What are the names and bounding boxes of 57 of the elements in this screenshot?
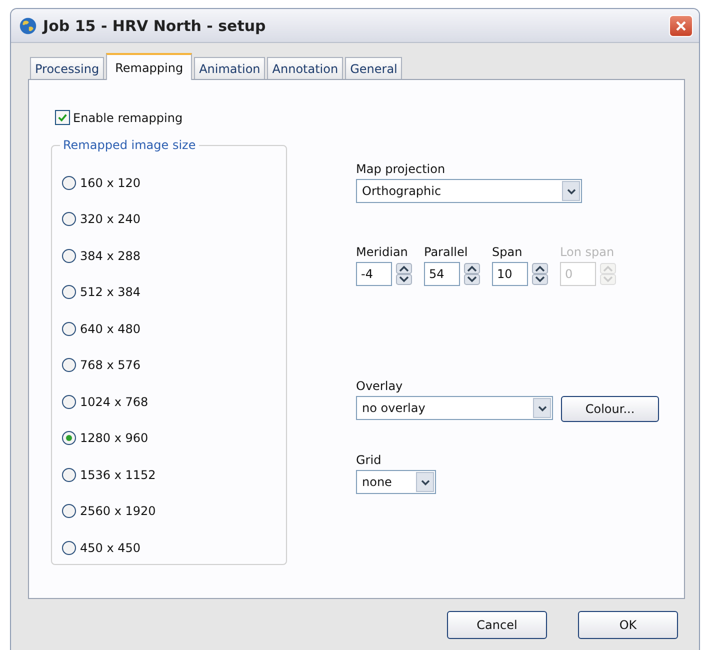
close-icon	[675, 20, 687, 32]
radio-label: 320 x 240	[80, 212, 141, 226]
radio-button[interactable]	[62, 394, 76, 408]
radio-button[interactable]	[62, 540, 76, 554]
radio-label: 512 x 384	[80, 285, 141, 299]
radio-label: 1536 x 1152	[80, 468, 156, 482]
chevron-down-icon	[420, 478, 430, 486]
radio-button[interactable]	[62, 176, 76, 190]
tab[interactable]: General	[345, 57, 402, 79]
field-label: Parallel	[424, 245, 469, 259]
projection-dropdown[interactable]: Orthographic	[356, 179, 582, 203]
checkbox[interactable]	[55, 110, 70, 125]
field-label: Grid	[356, 453, 382, 467]
radio-label: 1024 x 768	[80, 394, 148, 408]
tab[interactable]: Remapping	[106, 53, 192, 80]
close-button[interactable]	[669, 14, 693, 36]
window-title: Job 15 - HRV North - setup	[43, 16, 267, 34]
radio-label: 450 x 450	[80, 540, 141, 554]
radio-button[interactable]	[62, 431, 76, 445]
field-label: Meridian	[356, 245, 409, 259]
check-icon	[57, 112, 68, 123]
radio-label: 1280 x 960	[80, 431, 148, 445]
overlay-dropdown[interactable]: no overlay	[356, 396, 553, 420]
chevron-down-icon	[566, 188, 576, 194]
field-label: Lon span	[560, 245, 616, 259]
grid-dropdown[interactable]: none	[356, 470, 436, 494]
radio-button[interactable]	[62, 504, 76, 518]
spinner-arrows-icon[interactable]	[464, 263, 480, 285]
spinner-arrows-icon[interactable]	[396, 263, 412, 285]
tab[interactable]: Processing	[30, 57, 104, 79]
radio-button[interactable]	[62, 358, 76, 372]
dialog-button[interactable]: Cancel	[447, 611, 547, 639]
radio-button[interactable]	[62, 248, 76, 262]
tab[interactable]: Annotation	[267, 57, 344, 79]
chevron-down-icon	[538, 404, 546, 412]
number-field[interactable]: 10	[492, 262, 528, 286]
globe-icon	[19, 16, 37, 34]
radio-label: 160 x 120	[80, 176, 141, 190]
field-label: Map projection	[356, 162, 446, 176]
field-label: Overlay	[356, 379, 404, 393]
checkbox-label: Enable remapping	[73, 110, 183, 124]
radio-button[interactable]	[62, 212, 76, 226]
radio-button[interactable]	[62, 468, 76, 482]
field-label: Span	[492, 245, 524, 259]
radio-label: 2560 x 1920	[80, 504, 156, 518]
radio-button[interactable]	[62, 285, 76, 299]
radio-label: 384 x 288	[80, 248, 141, 262]
radio-label: 640 x 480	[80, 322, 141, 336]
group-title: Remapped image size	[60, 138, 199, 152]
colour-button[interactable]: Colour...	[561, 396, 659, 422]
radio-button[interactable]	[62, 322, 76, 336]
number-field[interactable]: -4	[356, 262, 392, 286]
radio-label: 768 x 576	[80, 358, 141, 372]
tab[interactable]: Animation	[194, 57, 266, 79]
spinner-arrows-icon[interactable]	[532, 263, 548, 285]
dialog-button[interactable]: OK	[578, 611, 678, 639]
number-field[interactable]: 54	[424, 262, 460, 286]
